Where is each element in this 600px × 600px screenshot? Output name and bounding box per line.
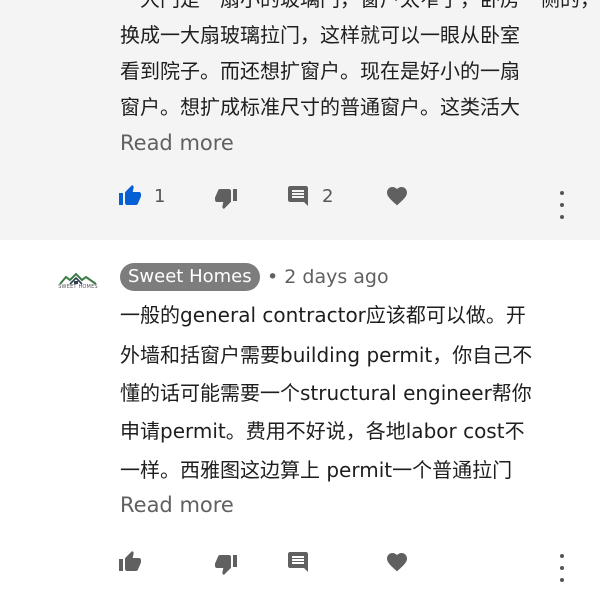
- heart-icon: [387, 187, 407, 206]
- comment-text-line: 换成一大扇玻璃拉门，这样就可以一眼从卧室: [120, 23, 520, 47]
- comment-text-line: 懂的话可能需要一个structural engineer帮你: [120, 381, 532, 405]
- reply-button[interactable]: [286, 550, 310, 574]
- avatar-text: SWEET HOMES: [58, 284, 98, 290]
- comment-text-line: 一般的general contractor应该都可以做。开: [120, 303, 526, 327]
- comment-text-line: 窗户。想扩成标准尺寸的普通窗户。这类活大: [120, 95, 520, 119]
- thumb-up-icon: [119, 551, 141, 571]
- comment-text-line: 申请permit。费用不好说，各地labor cost不: [120, 419, 525, 443]
- comment-card: SWEET HOMES Sweet Homes • 2 days ago 一般的…: [0, 240, 600, 600]
- thumb-down-icon: [215, 555, 237, 575]
- comment-icon: [288, 552, 308, 572]
- like-button[interactable]: 1: [118, 184, 165, 208]
- comment-actions: 1 2: [0, 184, 600, 224]
- comment-icon: [288, 186, 308, 206]
- read-more-link[interactable]: Read more: [120, 131, 234, 155]
- heart-button[interactable]: [385, 550, 409, 574]
- dislike-button[interactable]: [214, 552, 238, 576]
- comment-text-line: 看到院子。而还想扩窗户。现在是好小的一扇: [120, 59, 520, 83]
- more-options-button[interactable]: [556, 191, 568, 219]
- comment-text-line: 外墙和括窗户需要building permit，你自己不: [120, 343, 533, 367]
- read-more-link[interactable]: Read more: [120, 493, 234, 517]
- thumb-up-icon: [119, 185, 141, 205]
- like-count: 1: [154, 185, 166, 207]
- heart-button[interactable]: [385, 184, 409, 208]
- more-vert-icon: [560, 554, 564, 558]
- heart-icon: [387, 553, 407, 572]
- comment-actions: [0, 550, 600, 590]
- more-vert-icon: [560, 191, 564, 195]
- author-chip[interactable]: Sweet Homes: [120, 263, 260, 291]
- comment-meta: • 2 days ago: [267, 263, 389, 291]
- avatar[interactable]: SWEET HOMES: [56, 270, 100, 292]
- comment-card: 一大门是一扇小的玻璃门，窗户太窄了，卧房一侧的， 换成一大扇玻璃拉门，这样就可以…: [0, 0, 600, 240]
- reply-count: 2: [322, 185, 334, 207]
- comment-text-line: 一样。西雅图这边算上 permit一个普通拉门: [120, 458, 513, 482]
- separator-dot: •: [267, 266, 279, 288]
- more-options-button[interactable]: [556, 554, 568, 582]
- like-button[interactable]: [118, 550, 142, 574]
- thumb-down-icon: [215, 189, 237, 209]
- timestamp: 2 days ago: [284, 266, 389, 288]
- dislike-button[interactable]: [214, 186, 238, 210]
- reply-button[interactable]: 2: [286, 184, 333, 208]
